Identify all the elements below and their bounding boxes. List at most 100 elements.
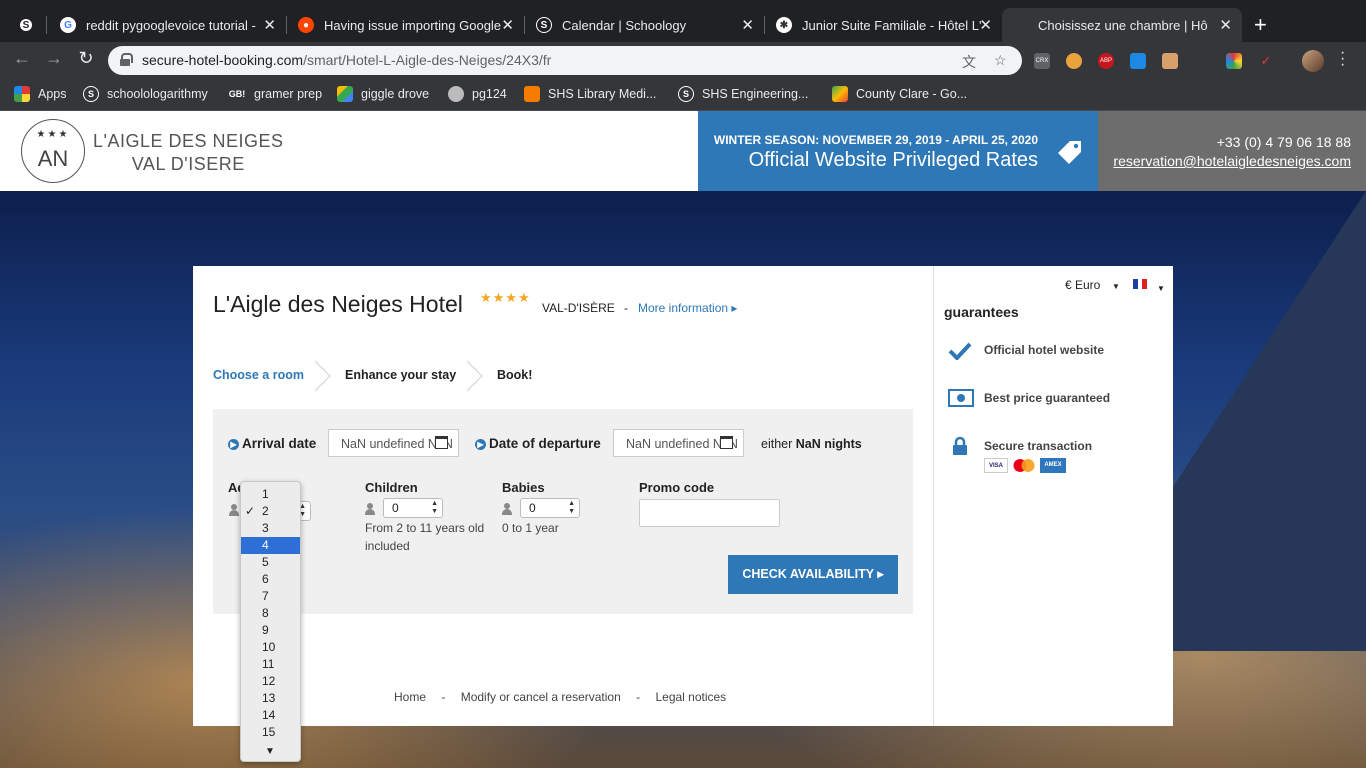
close-tab-icon[interactable]: ✕	[741, 16, 754, 34]
colorpicker-extension-icon[interactable]	[1226, 53, 1242, 69]
dropdown-option[interactable]: 5	[241, 554, 300, 571]
hotel-name: L'Aigle des Neiges Hotel	[213, 291, 463, 317]
promo-code-input[interactable]	[639, 499, 780, 527]
extension-icon[interactable]	[1162, 53, 1178, 69]
dropdown-option[interactable]: 13	[241, 690, 300, 707]
dropdown-option[interactable]: 6	[241, 571, 300, 588]
dropdown-option[interactable]: 14	[241, 707, 300, 724]
tab-pinned-schoology[interactable]: S	[8, 8, 48, 42]
visa-icon: VISA	[984, 458, 1008, 473]
departure-date-input[interactable]: NaN undefined NaN	[613, 429, 744, 457]
step-book[interactable]: Book!	[497, 368, 532, 382]
check-availability-button[interactable]: CHECK AVAILABILITY ▸	[728, 555, 898, 594]
guarantee-secure-transaction: Secure transaction	[984, 439, 1093, 453]
dropdown-option[interactable]: 4	[241, 537, 300, 554]
bookmark-apps[interactable]: Apps	[14, 86, 67, 102]
departure-label: ▶ Date of departure	[475, 436, 601, 451]
phone-number[interactable]: +33 (0) 4 79 06 18 88	[1098, 134, 1351, 150]
adblock-extension-icon[interactable]: ABP	[1098, 53, 1114, 69]
reload-icon[interactable]: ↻	[74, 48, 98, 69]
bookmark-gramer[interactable]: GB! gramer prep	[228, 86, 322, 102]
new-tab-button[interactable]: +	[1254, 12, 1267, 38]
profile-avatar[interactable]	[1302, 50, 1324, 72]
apps-grid-icon	[14, 86, 30, 102]
email-link[interactable]: reservation@hotelaigledesneiges.com	[1098, 153, 1351, 169]
owl-extension-icon[interactable]	[1066, 53, 1082, 69]
dropdown-option[interactable]: ✓ 2	[241, 503, 300, 520]
guarantees-title: guarantees	[944, 304, 1019, 320]
babies-select[interactable]: 0 ▲ ▼	[520, 498, 580, 518]
close-tab-icon[interactable]: ✕	[979, 16, 992, 34]
tab-1[interactable]: ● Having issue importing Google ✕	[286, 8, 524, 42]
close-tab-icon[interactable]: ✕	[263, 16, 276, 34]
back-icon[interactable]: ←	[10, 48, 34, 69]
tab-title: Junior Suite Familiale - Hôtel L'	[802, 17, 982, 33]
chevron-down-icon[interactable]: ▼	[1112, 282, 1120, 291]
tab-4-active[interactable]: Choisissez une chambre | Hôte ✕	[1002, 8, 1242, 42]
bookmark-schoology[interactable]: S schoolologarithmy	[83, 86, 208, 102]
dropdown-option[interactable]: 7	[241, 588, 300, 605]
extension-icon[interactable]	[1130, 53, 1146, 69]
guarantee-official-site: Official hotel website	[984, 343, 1105, 357]
logo-wordmark[interactable]: L'AIGLE DES NEIGES VAL D'ISERE	[93, 130, 284, 176]
dropdown-option[interactable]: 15	[241, 724, 300, 741]
footer-legal-link[interactable]: Legal notices	[655, 690, 726, 704]
globe-icon	[448, 86, 464, 102]
close-tab-icon[interactable]: ✕	[1219, 16, 1232, 34]
dropdown-option[interactable]: 10	[241, 639, 300, 656]
tab-3[interactable]: ✱ Junior Suite Familiale - Hôtel L' ✕	[764, 8, 1002, 42]
extension-icon[interactable]	[1194, 53, 1210, 69]
footer-modify-link[interactable]: Modify or cancel a reservation	[461, 690, 621, 704]
arrival-label: ▶ Arrival date	[228, 436, 316, 451]
chevron-down-icon[interactable]: ▼	[1157, 284, 1165, 293]
person-icon	[365, 503, 375, 515]
dropdown-option[interactable]: 11	[241, 656, 300, 673]
step-choose-room[interactable]: Choose a room	[213, 368, 304, 382]
bookmark-county-clare[interactable]: County Clare - Go...	[832, 86, 967, 102]
children-select[interactable]: 0 ▲ ▼	[383, 498, 443, 518]
more-information-link[interactable]: More information ▸	[638, 301, 737, 315]
logo-monogram: AN	[37, 146, 69, 171]
calendar-icon[interactable]	[435, 436, 448, 449]
arrival-date-input[interactable]: NaN undefined NaN	[328, 429, 459, 457]
translate-icon[interactable]: 文	[962, 52, 976, 72]
dropdown-option[interactable]: 9	[241, 622, 300, 639]
amex-icon: AMEX	[1040, 458, 1066, 473]
contact-box: +33 (0) 4 79 06 18 88 reservation@hotela…	[1098, 111, 1366, 191]
arrow-right-icon: ▶	[228, 439, 239, 450]
dropdown-option[interactable]: 1	[241, 486, 300, 503]
step-chevron-icon	[314, 360, 332, 392]
bookmark-star-icon[interactable]: ☆	[994, 52, 1007, 69]
menu-dots-icon[interactable]: · · ·	[1340, 45, 1346, 73]
address-bar[interactable]: secure-hotel-booking.com/smart/Hotel-L-A…	[108, 46, 1022, 75]
language-flag-icon[interactable]	[1133, 279, 1148, 289]
footer-home-link[interactable]: Home	[394, 690, 426, 704]
dropdown-option[interactable]: 12	[241, 673, 300, 690]
dropdown-option[interactable]: 3	[241, 520, 300, 537]
scroll-down-arrow-icon[interactable]: ▼	[265, 746, 275, 757]
arrow-right-icon: ▶	[475, 439, 486, 450]
url-text[interactable]: secure-hotel-booking.com/smart/Hotel-L-A…	[142, 52, 551, 68]
hotel-city: VAL-D'ISÈRE	[542, 301, 615, 315]
dropdown-option[interactable]: 8	[241, 605, 300, 622]
bookmark-engineering[interactable]: S SHS Engineering...	[678, 86, 808, 102]
adults-dropdown-menu[interactable]: ▼ 1 ✓ 2 3 4 5 6 7 8 9 10 11 12 13 14 15	[240, 481, 301, 762]
guarantee-best-price: Best price guaranteed	[984, 391, 1111, 405]
crx-extension-icon[interactable]: CRX	[1034, 53, 1050, 69]
hotel-logo[interactable]: ★★★ AN	[21, 119, 85, 183]
close-tab-icon[interactable]: ✕	[501, 16, 514, 34]
calendar-icon[interactable]	[720, 436, 733, 449]
search-form: ▶ Arrival date NaN undefined NaN ▶ Date of…	[213, 409, 913, 614]
step-enhance-stay[interactable]: Enhance your stay	[345, 368, 456, 382]
tab-0[interactable]: G reddit pygooglevoice tutorial - ✕	[48, 8, 286, 42]
bookmark-library[interactable]: SHS Library Medi...	[524, 86, 656, 102]
tab-2[interactable]: S Calendar | Schoology ✕	[524, 8, 764, 42]
forward-icon[interactable]: →	[42, 48, 66, 69]
booking-panel: L'Aigle des Neiges Hotel ★★★★ VAL-D'ISÈR…	[193, 266, 933, 726]
bookmark-pg124[interactable]: pg124	[448, 86, 507, 102]
tab-title: reddit pygooglevoice tutorial -	[86, 17, 256, 33]
currency-select[interactable]: € Euro	[1065, 278, 1100, 292]
nights-count: either NaN nights	[761, 437, 862, 451]
extension-icon[interactable]: ✓	[1258, 53, 1274, 69]
bookmark-drive[interactable]: giggle drove	[337, 86, 429, 102]
